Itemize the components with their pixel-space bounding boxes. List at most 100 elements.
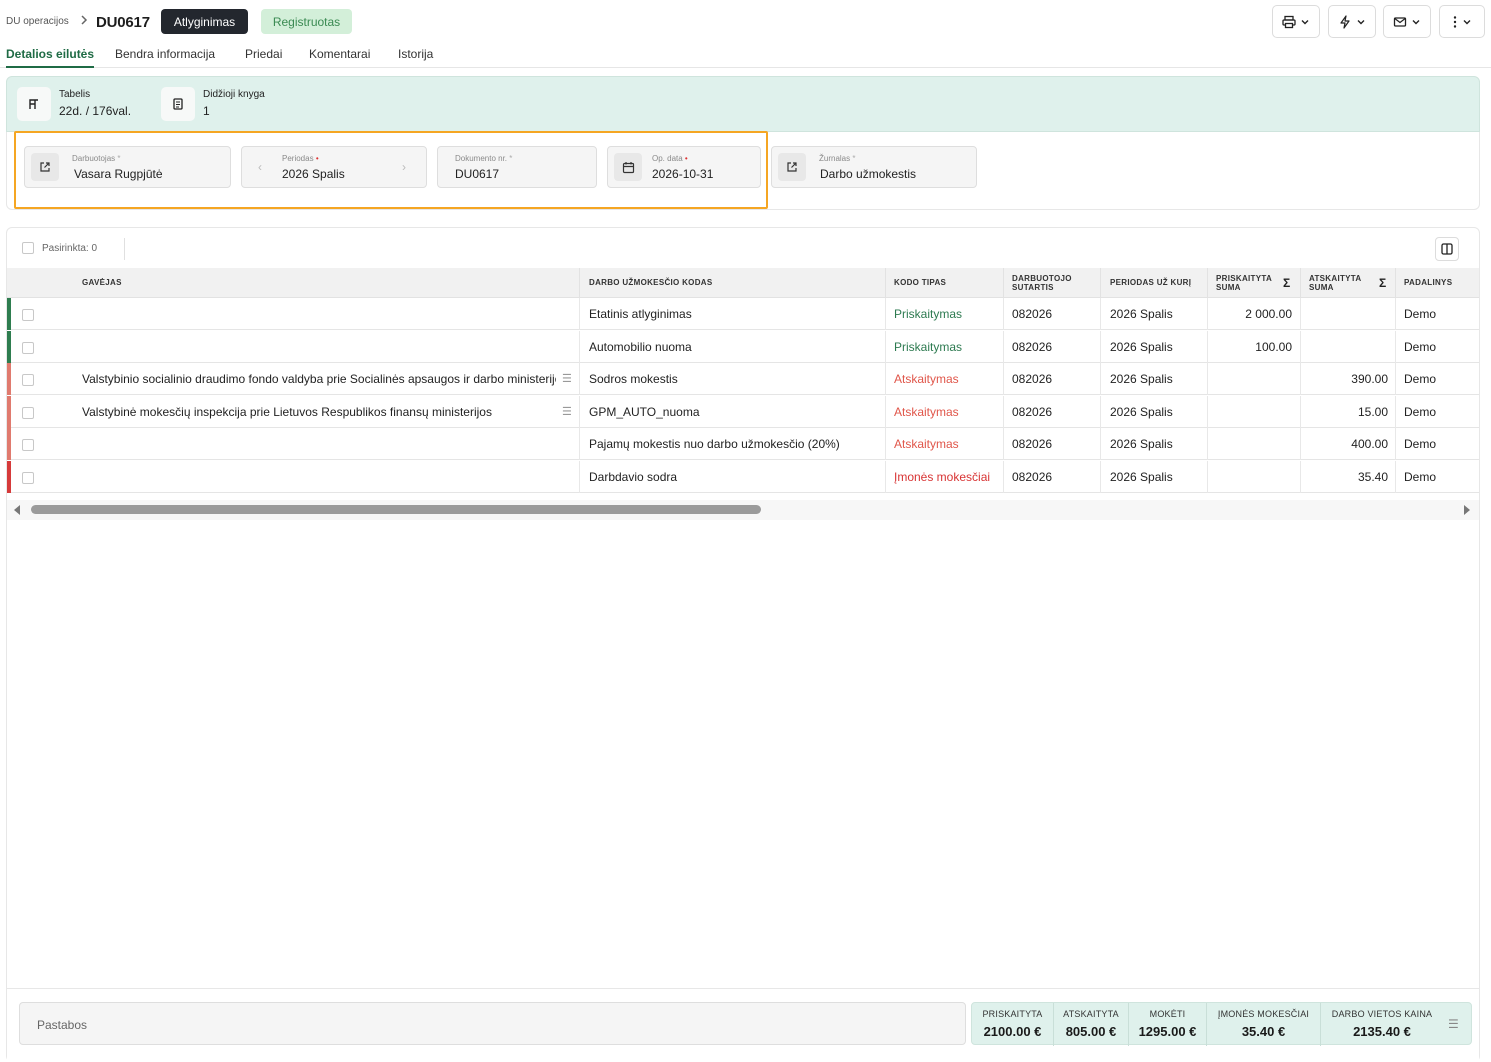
scroll-right-icon[interactable] <box>1464 505 1470 515</box>
cell-kodo-tipas: Įmonės mokesčiai <box>894 470 991 484</box>
cell-divider <box>1100 298 1101 330</box>
row-status-marker <box>7 298 11 330</box>
tab-bar: Detalios eilutės Bendra informacija Prie… <box>0 44 1491 68</box>
row-checkbox[interactable] <box>22 374 34 386</box>
column-sutartis-line1: DARBUOTOJO <box>1012 273 1072 283</box>
row-checkbox[interactable] <box>22 472 34 484</box>
column-divider <box>1300 268 1301 298</box>
totals-menu-icon[interactable]: ☰ <box>1448 1017 1459 1031</box>
cell-divider <box>1100 363 1101 395</box>
column-kodas[interactable]: DARBO UŽMOKESČIO KODAS <box>589 268 713 298</box>
cell-padalinys: Demo <box>1404 470 1437 484</box>
cell-divider <box>1207 298 1208 330</box>
cell-sutartis: 082026 <box>1012 372 1053 386</box>
cell-kodas: Etatinis atlyginimas <box>589 307 692 321</box>
table-row[interactable]: Automobilio nuoma Priskaitymas 082026 2026 … <box>7 331 1479 363</box>
sum-icon[interactable]: Σ <box>1379 276 1386 290</box>
columns-button[interactable] <box>1435 237 1459 261</box>
column-priskaityta[interactable]: PRISKAITYTA SUMA <box>1216 268 1272 298</box>
cell-divider <box>1100 428 1101 460</box>
row-status-marker <box>7 428 11 460</box>
select-all-checkbox[interactable] <box>22 242 34 254</box>
tab-komentarai[interactable]: Komentarai <box>309 47 370 68</box>
row-checkbox[interactable] <box>22 407 34 419</box>
table-row[interactable]: Valstybinio socialinio draudimo fondo va… <box>7 363 1479 395</box>
cell-divider <box>1207 396 1208 428</box>
tab-istorija[interactable]: Istorija <box>398 47 433 68</box>
table-row[interactable]: Valstybinė mokesčių inspekcija prie Liet… <box>7 396 1479 428</box>
cell-padalinys: Demo <box>1404 405 1437 419</box>
tab-bendra-informacija[interactable]: Bendra informacija <box>115 47 215 68</box>
row-checkbox[interactable] <box>22 439 34 451</box>
cell-divider <box>1395 298 1396 330</box>
cell-divider <box>579 298 580 330</box>
total-value: 805.00 € <box>1065 1024 1117 1039</box>
totals-bar: PRISKAITYTA 2100.00 € ATSKAITYTA 805.00 … <box>971 1002 1472 1046</box>
timesheet-button[interactable] <box>17 87 51 121</box>
more-button[interactable] <box>1439 5 1485 38</box>
tab-detalios-eilutes[interactable]: Detalios eilutės <box>6 47 95 68</box>
column-divider <box>1395 268 1396 298</box>
row-status-marker <box>7 331 11 363</box>
actions-button[interactable] <box>1328 5 1376 38</box>
row-checkbox[interactable] <box>22 342 34 354</box>
zurnalas-value: Darbo užmokestis <box>820 167 917 181</box>
tab-priedai[interactable]: Priedai <box>245 47 282 68</box>
notes-field[interactable]: Pastabos <box>19 1002 966 1045</box>
table-row[interactable]: Pajamų mokestis nuo darbo užmokesčio (20… <box>7 428 1479 460</box>
row-menu-icon[interactable]: ☰ <box>562 372 572 385</box>
cell-divider <box>1003 428 1004 460</box>
cell-divider <box>1300 331 1301 363</box>
column-divider <box>1100 268 1101 298</box>
cell-kodas: Darbdavio sodra <box>589 470 678 484</box>
table-row[interactable]: Etatinis atlyginimas Priskaitymas 082026 20… <box>7 298 1479 330</box>
open-link-button[interactable] <box>778 153 806 181</box>
cell-padalinys: Demo <box>1404 307 1437 321</box>
breadcrumb[interactable]: DU operacijos <box>6 16 69 27</box>
ledger-icon <box>173 98 183 110</box>
tabelis-value: 22d. / 176val. <box>59 104 132 118</box>
scroll-left-icon[interactable] <box>14 505 20 515</box>
cell-kodo-tipas: Atskaitymas <box>894 405 959 419</box>
total-label: DARBO VIETOS KAINA <box>1331 1009 1433 1019</box>
total-value: 2100.00 € <box>983 1024 1042 1039</box>
row-checkbox[interactable] <box>22 309 34 321</box>
column-divider <box>1003 268 1004 298</box>
type-badge: Atlyginimas <box>161 9 248 34</box>
cell-divider <box>885 331 886 363</box>
sum-icon[interactable]: Σ <box>1283 276 1290 290</box>
column-kodo-tipas[interactable]: KODO TIPAS <box>894 268 946 298</box>
row-status-marker <box>7 396 11 428</box>
cell-padalinys: Demo <box>1404 437 1437 451</box>
cell-divider <box>1003 331 1004 363</box>
cell-kodo-tipas: Priskaitymas <box>894 340 963 354</box>
column-divider <box>1207 268 1208 298</box>
cell-divider <box>1207 428 1208 460</box>
cell-kodas: GPM_AUTO_nuoma <box>589 405 700 419</box>
column-sutartis[interactable]: DARBUOTOJO SUTARTIS <box>1012 268 1072 298</box>
cell-periodas: 2026 Spalis <box>1110 372 1173 386</box>
cell-divider <box>1100 461 1101 493</box>
column-periodas[interactable]: PERIODAS UŽ KURĮ <box>1110 268 1191 298</box>
print-button[interactable] <box>1272 5 1320 38</box>
cell-kodas: Pajamų mokestis nuo darbo užmokesčio (20… <box>589 437 840 451</box>
chevron-down-icon <box>1357 19 1365 24</box>
top-bar: DU operacijos DU0617 Atlyginimas Registr… <box>0 0 1491 44</box>
horizontal-scrollbar[interactable] <box>7 500 1479 520</box>
ledger-button[interactable] <box>161 87 195 121</box>
cell-gavejas: Valstybinė mokesčių inspekcija prie Liet… <box>82 405 492 419</box>
cell-divider <box>885 396 886 428</box>
total-label: ĮMONĖS MOKESČIAI <box>1217 1009 1310 1019</box>
email-button[interactable] <box>1383 5 1431 38</box>
scroll-thumb[interactable] <box>31 505 761 514</box>
chevron-down-icon <box>1412 19 1420 24</box>
row-menu-icon[interactable]: ☰ <box>562 405 572 418</box>
cell-divider <box>1100 331 1101 363</box>
column-atskaityta[interactable]: ATSKAITYTA SUMA <box>1309 268 1361 298</box>
zurnalas-field[interactable]: Žurnalas * Darbo užmokestis <box>771 146 977 188</box>
column-padalinys[interactable]: PADALINYS <box>1404 268 1452 298</box>
column-gavejas[interactable]: GAVĖJAS <box>82 268 122 298</box>
table-header: GAVĖJAS DARBO UŽMOKESČIO KODAS KODO TIPA… <box>7 268 1479 298</box>
cell-kodas: Sodros mokestis <box>589 372 678 386</box>
table-row[interactable]: Darbdavio sodra Įmonės mokesčiai 082026 202… <box>7 461 1479 493</box>
